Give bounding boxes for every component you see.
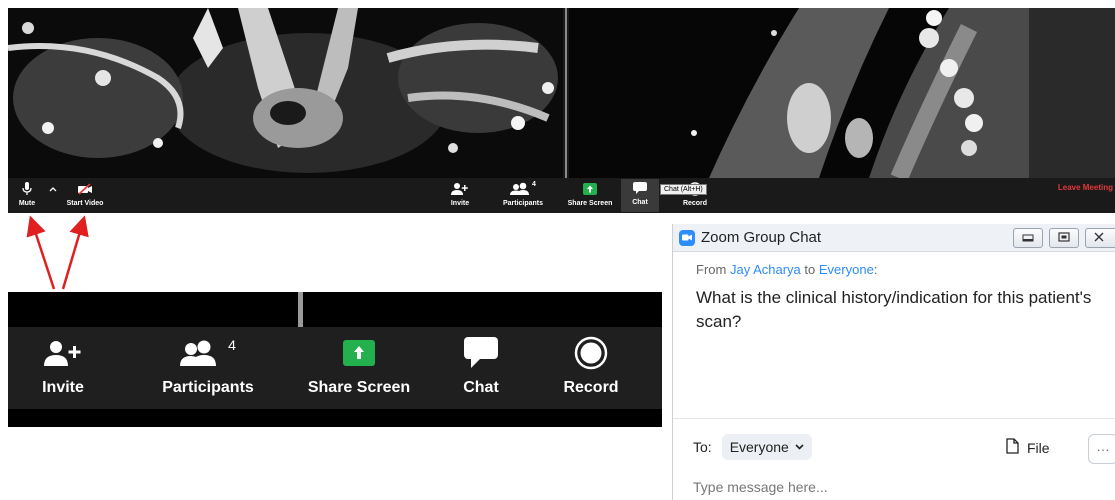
to-word: to (804, 262, 816, 277)
close-icon (1094, 229, 1104, 247)
arrow-to-mute (26, 215, 56, 290)
message-input[interactable] (693, 476, 1103, 498)
minimize-icon (1022, 229, 1034, 247)
chat-tooltip: Chat (Alt+H) (660, 184, 707, 195)
message-header: From Jay Acharya to Everyone: (696, 262, 877, 277)
participants-icon: 4 (510, 180, 536, 198)
maximize-icon (1058, 229, 1070, 247)
header-colon: : (873, 262, 878, 277)
zoomed-video-strip (8, 292, 662, 327)
chat-window-title: Zoom Group Chat (701, 229, 822, 246)
participants-button[interactable]: 4 Participants (498, 180, 548, 212)
share-screen-icon (343, 335, 375, 371)
zoomed-toolbar-panel: Invite 4 Participants Share Screen Chat (8, 292, 662, 427)
zoomed-participants-count: 4 (228, 337, 236, 353)
recipient-value: Everyone (729, 439, 789, 455)
file-button[interactable]: File (1006, 438, 1050, 457)
meeting-toolbar: Mute Start Video Invite 4 Participants S… (8, 178, 1115, 213)
chat-icon (464, 335, 498, 371)
zoomed-participants-button[interactable]: 4 Participants (153, 335, 263, 397)
more-icon: ··· (1096, 441, 1110, 457)
microphone-icon (22, 180, 32, 198)
share-screen-button[interactable]: Share Screen (565, 180, 615, 212)
zoomed-chat-button[interactable]: Chat (456, 335, 506, 397)
chat-title-bar: Zoom Group Chat (673, 224, 1115, 252)
mute-button[interactable]: Mute (14, 180, 40, 212)
more-options-button[interactable]: ··· (1088, 434, 1115, 464)
leave-meeting-button[interactable]: Leave Meeting (1058, 183, 1113, 192)
video-off-icon (77, 180, 93, 198)
participants-count: 4 (532, 180, 536, 188)
audio-options-caret[interactable] (46, 180, 60, 212)
ct-scan-right-image (569, 8, 1115, 178)
record-icon (574, 335, 608, 371)
zoomed-toolbar: Invite 4 Participants Share Screen Chat (8, 327, 662, 409)
share-screen-icon (583, 180, 597, 198)
recipient-row: To: Everyone (693, 434, 812, 460)
chevron-up-icon (49, 180, 57, 198)
zoomed-bottom-strip (8, 409, 662, 427)
file-icon (1006, 438, 1019, 457)
start-video-button[interactable]: Start Video (63, 180, 107, 212)
chat-icon (633, 179, 647, 197)
zoomed-invite-button[interactable]: Invite (38, 335, 88, 397)
from-prefix: From (696, 262, 727, 277)
maximize-button[interactable] (1049, 228, 1079, 248)
zoomed-divider (298, 292, 303, 327)
sender-name[interactable]: Jay Acharya (730, 262, 801, 277)
invite-button[interactable]: Invite (445, 180, 475, 212)
recipient-dropdown[interactable]: Everyone (721, 434, 812, 460)
annotation-arrows (26, 215, 89, 290)
group-chat-window: Zoom Group Chat From Jay Acharya to Ever… (672, 224, 1115, 500)
add-user-icon (451, 180, 469, 198)
zoom-logo-icon (679, 229, 695, 246)
message-text: What is the clinical history/indication … (696, 288, 1092, 331)
meeting-video-area: Mute Start Video Invite 4 Participants S… (8, 8, 1115, 213)
add-user-icon (43, 335, 83, 371)
chevron-down-icon (795, 442, 804, 452)
minimize-button[interactable] (1013, 228, 1043, 248)
ct-scan-left-image (8, 8, 563, 178)
compose-separator (673, 418, 1115, 419)
close-button[interactable] (1085, 228, 1115, 248)
arrow-to-start-video (61, 215, 89, 290)
zoomed-share-screen-button[interactable]: Share Screen (304, 335, 414, 397)
to-label: To: (693, 439, 712, 455)
participants-icon: 4 (180, 335, 236, 371)
chat-button[interactable]: Chat (621, 179, 659, 212)
recipient-name[interactable]: Everyone (819, 262, 874, 277)
zoomed-record-button[interactable]: Record (561, 335, 621, 397)
